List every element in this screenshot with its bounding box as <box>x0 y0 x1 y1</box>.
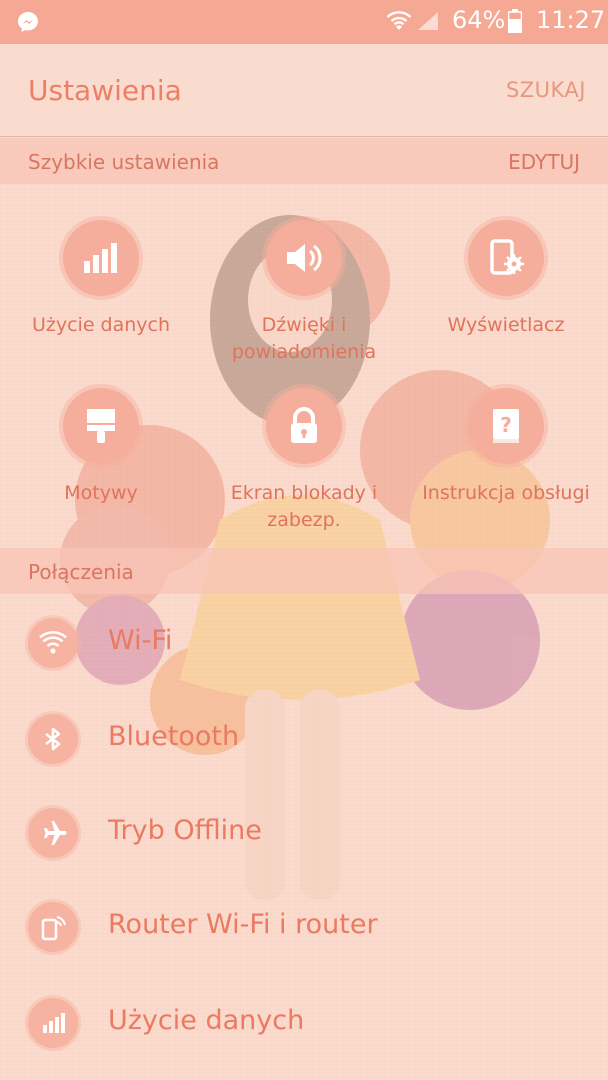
quick-settings-title: Szybkie ustawienia <box>28 150 220 174</box>
status-time: 11:27 <box>536 6 606 34</box>
search-button[interactable]: SZUKAJ <box>506 78 586 102</box>
data-usage-icon <box>28 998 78 1048</box>
status-bar: 64% 11:27 <box>0 0 608 44</box>
bluetooth-icon <box>28 714 78 764</box>
edit-button[interactable]: EDYTUJ <box>508 150 580 174</box>
quick-setting-label: Ekran blokady i zabezp. <box>230 482 378 531</box>
list-item-label: Użycie danych <box>108 1005 305 1036</box>
list-item-label: Bluetooth <box>108 721 240 752</box>
data-usage-icon <box>63 220 139 296</box>
settings-screen: 64% 11:27 Ustawienia SZUKAJ Szybkie usta… <box>0 0 608 1080</box>
quick-setting-label: Motywy <box>64 482 138 504</box>
battery-percent: 64% <box>452 6 506 34</box>
quick-setting-label: Wyświetlacz <box>447 314 565 336</box>
quick-setting-manual[interactable]: ? Instrukcja obsługi <box>406 388 606 507</box>
quick-setting-label: Użycie danych <box>31 314 171 336</box>
speaker-icon <box>266 220 342 296</box>
quick-setting-sounds[interactable]: Dźwięki i powiadomienia <box>204 220 404 366</box>
display-settings-icon <box>468 220 544 296</box>
list-item-bluetooth[interactable]: Bluetooth <box>0 692 608 786</box>
quick-setting-lockscreen[interactable]: Ekran blokady i zabezp. <box>204 388 404 534</box>
quick-setting-display[interactable]: Wyświetlacz <box>406 220 606 339</box>
app-bar: Ustawienia SZUKAJ <box>0 44 608 137</box>
signal-icon <box>418 12 438 30</box>
list-item-label: Router Wi-Fi i router <box>108 909 378 940</box>
quick-setting-data-usage[interactable]: Użycie danych <box>1 220 201 339</box>
manual-icon: ? <box>468 388 544 464</box>
wifi-icon <box>28 618 78 668</box>
paintbrush-icon <box>63 388 139 464</box>
lock-icon <box>266 388 342 464</box>
connections-title: Połączenia <box>28 560 134 584</box>
quick-settings-header: Szybkie ustawienia EDYTUJ <box>0 138 608 184</box>
airplane-icon <box>28 808 78 858</box>
wifi-icon <box>386 11 412 30</box>
battery-icon <box>508 9 522 33</box>
list-item-wifi[interactable]: Wi-Fi <box>0 596 608 690</box>
svg-text:?: ? <box>500 413 512 437</box>
quick-setting-label: Dźwięki i powiadomienia <box>231 314 377 363</box>
list-item-offline-mode[interactable]: Tryb Offline <box>0 786 608 880</box>
quick-setting-label: Instrukcja obsługi <box>422 482 590 504</box>
page-title: Ustawienia <box>28 74 182 107</box>
hotspot-icon <box>28 902 78 952</box>
quick-setting-themes[interactable]: Motywy <box>1 388 201 507</box>
list-item-data-usage[interactable]: Użycie danych <box>0 976 608 1070</box>
list-item-hotspot[interactable]: Router Wi-Fi i router <box>0 880 608 974</box>
messenger-icon <box>18 12 38 32</box>
connections-header: Połączenia <box>0 548 608 594</box>
list-item-label: Wi-Fi <box>108 625 173 656</box>
list-item-label: Tryb Offline <box>108 815 262 846</box>
